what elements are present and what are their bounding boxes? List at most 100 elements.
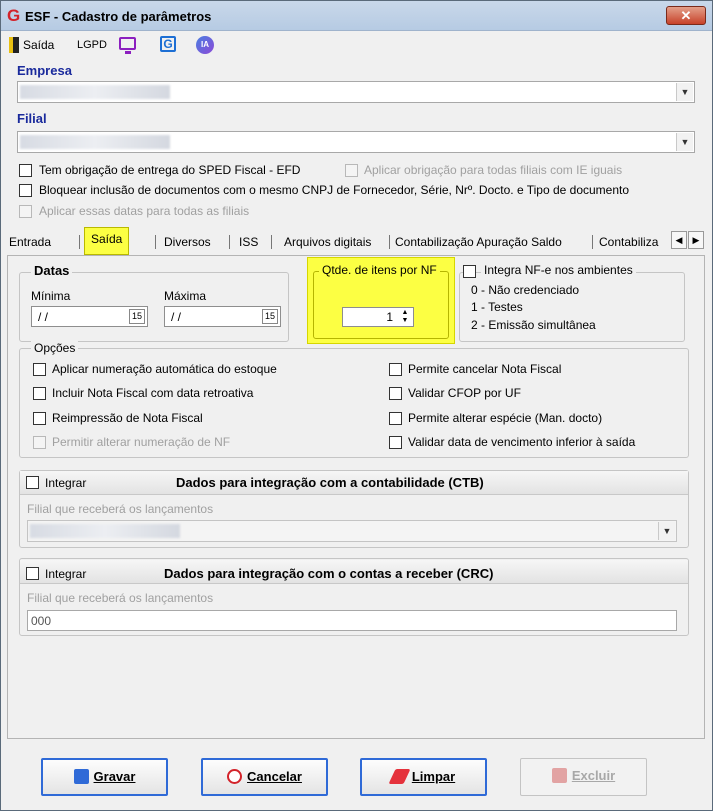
ambiente-opt-1: 1 - Testes	[471, 300, 523, 314]
lgpd-button[interactable]: LGPD	[77, 34, 107, 56]
retroactive-nf-checkbox[interactable]	[33, 387, 46, 400]
qtde-value: 1	[386, 310, 393, 324]
empresa-value-blurred	[20, 85, 170, 99]
tab-separator	[592, 235, 593, 249]
chevron-down-icon[interactable]: ▼	[676, 83, 693, 101]
auto-numbering-checkbox[interactable]	[33, 363, 46, 376]
validate-cfop-label: Validar CFOP por UF	[408, 386, 521, 400]
min-date-input[interactable]: / / 15	[31, 306, 148, 327]
auto-numbering-label: Aplicar numeração automática do estoque	[52, 362, 277, 376]
ambiente-opt-0: 0 - Não credenciado	[471, 283, 580, 297]
filial-label: Filial	[17, 111, 47, 126]
app-logo-icon: G	[7, 6, 21, 25]
floppy-disk-icon	[73, 769, 89, 784]
exit-label: Saída	[23, 38, 55, 52]
chevron-down-icon[interactable]: ▼	[676, 133, 693, 151]
empresa-select[interactable]: ▼	[17, 81, 695, 103]
reprint-nf-label: Reimpressão de Nota Fiscal	[52, 411, 203, 425]
tab-separator	[229, 235, 230, 249]
apply-ie-checkbox[interactable]	[345, 164, 358, 177]
ctb-title: Dados para integração com a contabilidad…	[176, 475, 484, 490]
toolbar: Saída LGPD G IA	[5, 34, 705, 56]
trash-icon	[551, 768, 567, 783]
ctb-filial-value-blurred	[30, 524, 180, 538]
tab-contabilizacao[interactable]: Contabiliza	[599, 231, 669, 253]
tab-contabilizacao-apuracao[interactable]: Contabilização Apuração Saldo	[395, 231, 562, 253]
cancel-nf-label: Permite cancelar Nota Fiscal	[408, 362, 562, 376]
cancel-nf-checkbox[interactable]	[389, 363, 402, 376]
cancel-icon	[227, 769, 243, 784]
tab-saida[interactable]: Saída	[84, 227, 130, 255]
ambiente-opt-2: 2 - Emissão simultânea	[471, 318, 596, 332]
ctb-filial-label: Filial que receberá os lançamentos	[27, 502, 214, 516]
tab-bar: Entrada Saída Diversos ISS Arquivos digi…	[7, 227, 707, 255]
apply-dates-checkbox[interactable]	[19, 205, 32, 218]
app-window: G ESF - Cadastro de parâmetros ✕ Saída L…	[0, 0, 713, 811]
block-duplicates-checkbox[interactable]	[19, 184, 32, 197]
min-date-value: / /	[38, 310, 49, 324]
ia-icon[interactable]: IA	[196, 36, 214, 54]
sped-label: Tem obrigação de entrega do SPED Fiscal …	[39, 163, 301, 177]
crc-filial-value: 000	[31, 614, 52, 628]
tab-arquivos-digitais[interactable]: Arquivos digitais	[284, 231, 371, 253]
crc-filial-input[interactable]: 000	[27, 610, 677, 631]
tab-separator	[155, 235, 156, 249]
apply-ie-label: Aplicar obrigação para todas filiais com…	[364, 163, 623, 177]
crc-filial-label: Filial que receberá os lançamentos	[27, 591, 214, 605]
ctb-filial-select[interactable]: ▼	[27, 520, 677, 542]
save-button[interactable]: Gravar	[41, 758, 168, 796]
chevron-down-icon[interactable]: ▼	[658, 522, 675, 540]
block-duplicates-label: Bloquear inclusão de documentos com o me…	[39, 183, 630, 197]
filial-select[interactable]: ▼	[17, 131, 695, 153]
eraser-icon	[388, 769, 411, 784]
tab-separator	[271, 235, 272, 249]
crc-integrar-checkbox[interactable]	[26, 567, 39, 580]
min-date-label: Mínima	[31, 289, 71, 303]
monitor-icon[interactable]	[119, 37, 136, 54]
opcoes-title: Opções	[31, 341, 79, 355]
tab-entrada[interactable]: Entrada	[9, 231, 51, 253]
ctb-integrar-checkbox[interactable]	[26, 476, 39, 489]
max-date-value: / /	[171, 310, 182, 324]
tab-iss[interactable]: ISS	[239, 231, 258, 253]
spin-arrows-icon[interactable]: ▲ ▼	[398, 309, 412, 325]
delete-button[interactable]: Excluir	[520, 758, 647, 796]
validate-due-date-label: Validar data de vencimento inferior à sa…	[408, 435, 636, 449]
tab-scroll-left-icon[interactable]: ◀	[671, 231, 687, 249]
tab-separator	[79, 235, 80, 249]
crc-title: Dados para integração com o contas a rec…	[164, 566, 494, 581]
calendar-icon[interactable]: 15	[129, 309, 145, 324]
alter-species-label: Permite alterar espécie (Man. docto)	[408, 411, 603, 425]
qtde-spinner[interactable]: 1 ▲ ▼	[342, 307, 414, 327]
alter-numbering-label: Permitir alterar numeração de NF	[52, 435, 231, 449]
max-date-input[interactable]: / / 15	[164, 306, 281, 327]
title-bar: G ESF - Cadastro de parâmetros ✕	[1, 1, 712, 31]
qtde-label: Qtde. de itens por NF	[319, 263, 440, 277]
clear-button[interactable]: Limpar	[360, 758, 487, 796]
alter-species-checkbox[interactable]	[389, 412, 402, 425]
close-button[interactable]: ✕	[666, 6, 706, 25]
exit-door-icon	[9, 37, 19, 53]
max-date-label: Máxima	[164, 289, 207, 303]
reprint-nf-checkbox[interactable]	[33, 412, 46, 425]
calendar-icon[interactable]: 15	[262, 309, 278, 324]
validate-cfop-checkbox[interactable]	[389, 387, 402, 400]
filial-value-blurred	[20, 135, 170, 149]
integra-nfe-label: Integra NF-e nos ambientes	[481, 263, 636, 277]
ctb-integrar-label: Integrar	[45, 476, 87, 490]
empresa-label: Empresa	[17, 63, 72, 78]
retroactive-nf-label: Incluir Nota Fiscal com data retroativa	[52, 386, 254, 400]
sped-checkbox[interactable]	[19, 164, 32, 177]
validate-due-date-checkbox[interactable]	[389, 436, 402, 449]
tab-scroll-right-icon[interactable]: ▶	[688, 231, 704, 249]
tab-diversos[interactable]: Diversos	[164, 231, 211, 253]
g-icon[interactable]: G	[160, 36, 176, 52]
qtde-group	[313, 271, 449, 339]
integra-nfe-checkbox[interactable]	[463, 265, 476, 278]
crc-integrar-label: Integrar	[45, 567, 87, 581]
alter-numbering-checkbox[interactable]	[33, 436, 46, 449]
cancel-button[interactable]: Cancelar	[201, 758, 328, 796]
apply-dates-label: Aplicar essas datas para todas as filiai…	[39, 204, 250, 218]
datas-title: Datas	[31, 263, 73, 278]
window-title: ESF - Cadastro de parâmetros	[25, 9, 212, 24]
